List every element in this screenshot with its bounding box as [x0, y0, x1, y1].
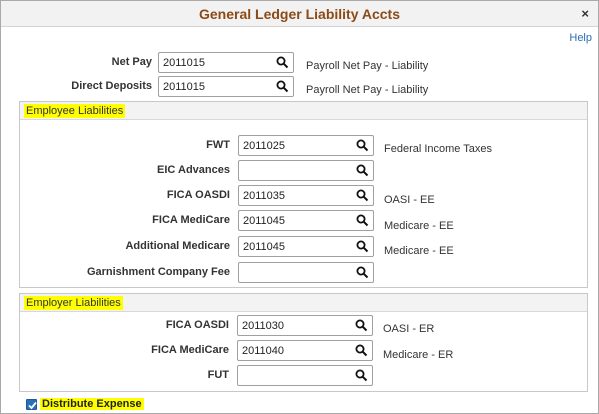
fica-oasdi-er-field[interactable] [237, 315, 373, 336]
magnifier-icon[interactable] [356, 266, 369, 279]
fica-medicare-er-input[interactable] [238, 341, 352, 360]
magnifier-icon[interactable] [276, 80, 289, 93]
fica-medicare-er-desc: Medicare - ER [383, 349, 454, 361]
fica-oasdi-er-label: FICA OASDI [165, 319, 229, 331]
direct-deposits-field[interactable] [158, 76, 294, 97]
additional-medicare-desc: Medicare - EE [384, 245, 454, 257]
magnifier-icon[interactable] [356, 164, 369, 177]
checkmark-icon [28, 401, 37, 410]
net-pay-field[interactable] [158, 52, 294, 73]
dialog-window: General Ledger Liability Accts × Help Ne… [0, 0, 599, 414]
fica-medicare-ee-input[interactable] [239, 211, 353, 230]
magnifier-icon[interactable] [276, 56, 289, 69]
fica-oasdi-ee-desc: OASI - EE [384, 194, 435, 206]
direct-deposits-desc: Payroll Net Pay - Liability [306, 84, 429, 96]
distribute-expense-checkbox[interactable] [26, 399, 37, 410]
fwt-label: FWT [206, 139, 230, 151]
direct-deposits-label: Direct Deposits [71, 80, 152, 92]
fica-medicare-ee-label: FICA MediCare [152, 214, 230, 226]
employer-liabilities-title: Employer Liabilities [24, 296, 123, 310]
fica-medicare-er-field[interactable] [237, 340, 373, 361]
magnifier-icon[interactable] [356, 214, 369, 227]
employee-liabilities-title: Employee Liabilities [24, 104, 126, 118]
fut-input[interactable] [238, 366, 352, 385]
magnifier-icon[interactable] [355, 344, 368, 357]
fut-label: FUT [207, 369, 229, 381]
employer-liabilities-header: Employer Liabilities [20, 294, 587, 312]
garnishment-fee-field[interactable] [238, 262, 374, 283]
magnifier-icon[interactable] [356, 189, 369, 202]
fica-medicare-ee-field[interactable] [238, 210, 374, 231]
direct-deposits-input[interactable] [159, 77, 273, 96]
magnifier-icon[interactable] [356, 139, 369, 152]
close-icon[interactable]: × [581, 6, 589, 21]
additional-medicare-input[interactable] [239, 237, 353, 256]
fica-oasdi-er-input[interactable] [238, 316, 352, 335]
fwt-desc: Federal Income Taxes [384, 143, 493, 155]
additional-medicare-label: Additional Medicare [125, 240, 230, 252]
net-pay-desc: Payroll Net Pay - Liability [306, 60, 429, 72]
magnifier-icon[interactable] [355, 319, 368, 332]
eic-advances-label: EIC Advances [157, 164, 230, 176]
help-link[interactable]: Help [569, 32, 592, 44]
fica-oasdi-ee-field[interactable] [238, 185, 374, 206]
net-pay-input[interactable] [159, 53, 273, 72]
fica-oasdi-er-desc: OASI - ER [383, 323, 435, 335]
fica-oasdi-ee-input[interactable] [239, 186, 353, 205]
dialog-titlebar: General Ledger Liability Accts × [1, 1, 598, 27]
garnishment-fee-input[interactable] [239, 263, 353, 282]
net-pay-label: Net Pay [111, 56, 152, 68]
distribute-expense-label[interactable]: Distribute Expense [40, 398, 144, 410]
additional-medicare-field[interactable] [238, 236, 374, 257]
magnifier-icon[interactable] [355, 369, 368, 382]
fwt-input[interactable] [239, 136, 353, 155]
employee-liabilities-header: Employee Liabilities [20, 102, 587, 120]
fwt-field[interactable] [238, 135, 374, 156]
garnishment-fee-label: Garnishment Company Fee [86, 266, 230, 278]
eic-advances-field[interactable] [238, 160, 374, 181]
fut-field[interactable] [237, 365, 373, 386]
fica-medicare-ee-desc: Medicare - EE [384, 220, 454, 232]
fica-oasdi-ee-label: FICA OASDI [166, 189, 230, 201]
dialog-title: General Ledger Liability Accts [199, 6, 400, 22]
fica-medicare-er-label: FICA MediCare [151, 344, 229, 356]
eic-advances-input[interactable] [239, 161, 353, 180]
magnifier-icon[interactable] [356, 240, 369, 253]
